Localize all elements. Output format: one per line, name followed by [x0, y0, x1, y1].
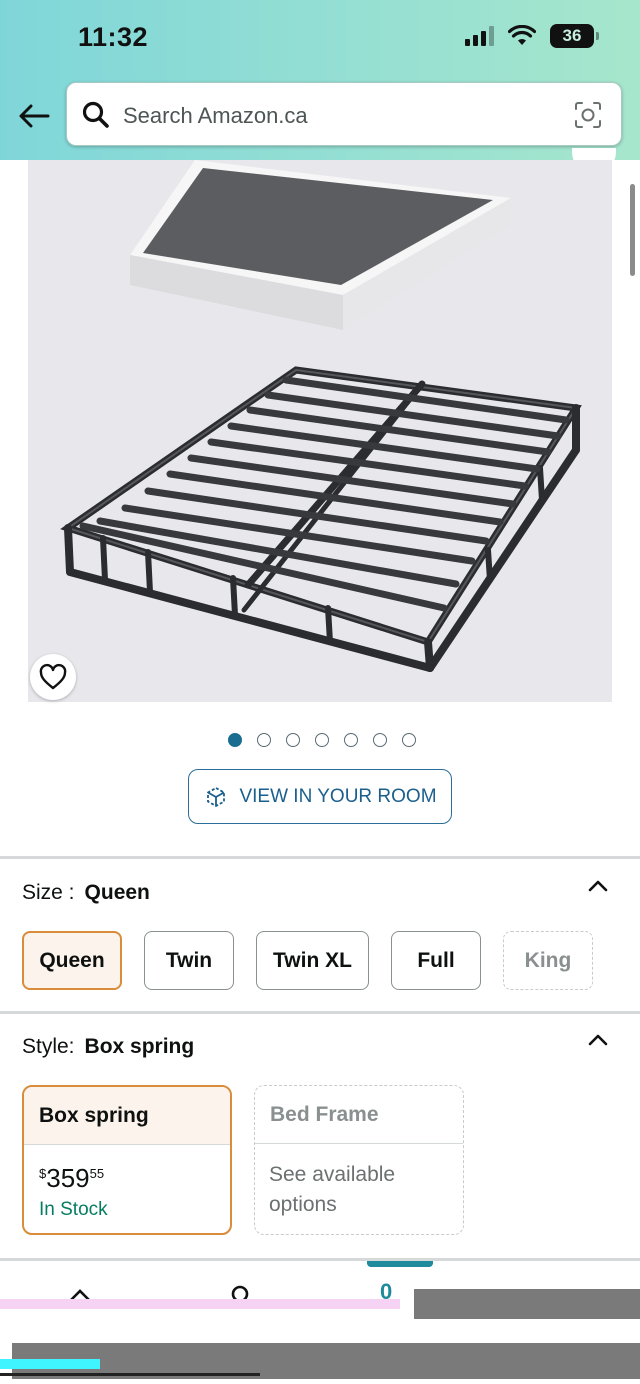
- header: 11:32 36 Search Amazon.ca: [0, 0, 640, 160]
- bottom-nav-bar: 0: [0, 1258, 640, 1384]
- carousel-dot[interactable]: [315, 733, 329, 747]
- style-option-title: Box spring: [24, 1087, 230, 1145]
- style-label: Style:: [22, 1035, 75, 1058]
- style-option-bed-frame[interactable]: Bed Frame See available options: [254, 1085, 464, 1235]
- chevron-up-icon[interactable]: [584, 872, 612, 900]
- price-whole: 359: [46, 1163, 90, 1193]
- image-carousel-dots: [228, 733, 416, 747]
- divider: [0, 856, 640, 859]
- size-option-label: King: [524, 948, 572, 972]
- view-in-room-button[interactable]: VIEW IN YOUR ROOM: [188, 769, 452, 824]
- size-option-twin[interactable]: Twin: [144, 931, 234, 990]
- render-artifact: [0, 1359, 100, 1369]
- back-arrow-icon: [19, 104, 50, 128]
- divider: [0, 1011, 640, 1014]
- size-option-label: Full: [417, 948, 455, 972]
- scroll-indicator[interactable]: [630, 184, 635, 276]
- render-artifact: [414, 1289, 640, 1319]
- style-option-box-spring[interactable]: Box spring $35955 In Stock: [22, 1085, 232, 1235]
- carousel-dot[interactable]: [344, 733, 358, 747]
- heart-icon: [39, 663, 67, 690]
- style-selected-value: Box spring: [84, 1035, 195, 1058]
- product-image[interactable]: [28, 160, 612, 702]
- status-icons: 36: [465, 24, 599, 48]
- stock-status: In Stock: [39, 1199, 108, 1220]
- carousel-dot[interactable]: [286, 733, 300, 747]
- active-tab-indicator: [367, 1261, 433, 1267]
- size-option-king[interactable]: King: [503, 931, 593, 990]
- size-header[interactable]: Size : Queen: [22, 881, 150, 905]
- cellular-signal-icon: [465, 26, 494, 46]
- price: $35955: [39, 1163, 104, 1194]
- size-option-queen[interactable]: Queen: [22, 931, 122, 990]
- view-in-room-label: VIEW IN YOUR ROOM: [239, 785, 437, 807]
- box-spring-illustration: [60, 160, 582, 672]
- wifi-icon: [508, 25, 536, 45]
- back-button[interactable]: [14, 96, 54, 136]
- size-option-label: Twin: [165, 948, 213, 972]
- size-option-label: Twin XL: [273, 948, 352, 972]
- carousel-dot[interactable]: [402, 733, 416, 747]
- size-selected-value: Queen: [84, 881, 150, 904]
- search-input[interactable]: Search Amazon.ca: [123, 103, 308, 129]
- size-option-twin-xl[interactable]: Twin XL: [256, 931, 369, 990]
- render-artifact: [0, 1299, 400, 1309]
- carousel-dot[interactable]: [373, 733, 387, 747]
- carousel-dot[interactable]: [228, 733, 242, 747]
- style-option-title: Bed Frame: [255, 1086, 463, 1144]
- render-artifact: [0, 1373, 260, 1376]
- search-icon: [82, 101, 109, 128]
- see-options-text: See available options: [269, 1163, 396, 1216]
- search-bar[interactable]: Search Amazon.ca: [66, 82, 622, 146]
- camera-scan-icon[interactable]: [573, 100, 603, 130]
- price-symbol: $: [39, 1166, 47, 1181]
- size-option-full[interactable]: Full: [391, 931, 481, 990]
- carousel-dot[interactable]: [257, 733, 271, 747]
- size-label: Size :: [22, 881, 75, 904]
- status-time: 11:32: [78, 22, 149, 52]
- battery-indicator: 36: [550, 24, 599, 48]
- chevron-up-icon[interactable]: [584, 1026, 612, 1054]
- price-fraction: 55: [89, 1166, 105, 1181]
- wishlist-button[interactable]: [30, 654, 76, 700]
- style-header[interactable]: Style: Box spring: [22, 1035, 194, 1059]
- ar-cube-icon: [207, 786, 226, 807]
- size-option-label: Queen: [39, 948, 105, 972]
